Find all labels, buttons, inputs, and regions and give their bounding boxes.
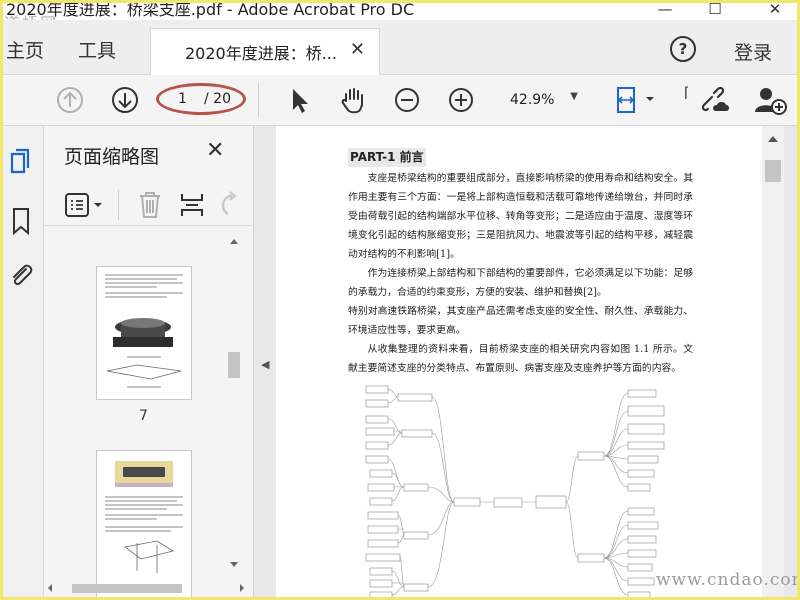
page-thumbnails-icon[interactable] (6, 148, 36, 178)
paragraph: 作为连接桥梁上部结构和下部结构的重要部件，它必须满足以下功能：足够的承载力，合适… (348, 268, 693, 298)
panel-toolbar (44, 184, 254, 226)
right-pane-strip (784, 126, 800, 600)
arrow-up-icon[interactable] (55, 85, 85, 115)
minimize-button[interactable]: — (650, 0, 680, 20)
extract-pages-icon[interactable] (178, 190, 206, 220)
paragraph: 特别对高速铁路桥梁，其支座产品还需考虑支座的安全性、耐久性、承载能力、环境适应性… (348, 306, 693, 336)
zoom-out-icon[interactable] (392, 85, 422, 115)
thumbnails-panel: 页面缩略图 ✕ 7 (44, 126, 254, 600)
link-cloud-icon[interactable] (698, 85, 734, 115)
thumbnail-page-7[interactable] (96, 266, 192, 400)
toolbar: 1 / 20 42.9% ▼ ⌈ (0, 75, 800, 126)
cursor-icon[interactable] (284, 85, 314, 115)
document-page: PART-1 前言 支座是桥梁结构的重要组成部分，直接影响桥梁的使用寿命和结构安… (348, 148, 693, 378)
close-window-button[interactable]: ✕ (760, 0, 790, 20)
zoom-dropdown[interactable]: 42.9% ▼ (504, 88, 582, 112)
thumbnail-scrollbar[interactable] (227, 236, 241, 570)
login-button[interactable]: 登录 (734, 38, 772, 65)
tab-tools[interactable]: 工具 (78, 36, 116, 63)
mind-map-figure (365, 385, 665, 600)
thumbnail-page-8[interactable] (96, 450, 192, 600)
panel-divider (118, 190, 119, 220)
close-panel-button[interactable]: ✕ (206, 138, 224, 163)
collapse-left-pane[interactable]: ◀ (261, 358, 269, 371)
watermark-url: www.cndao.com (656, 570, 800, 590)
annotation-oval (156, 83, 246, 115)
document-scrollbar[interactable] (762, 126, 784, 600)
zoom-in-icon[interactable] (446, 85, 476, 115)
close-tab-button[interactable]: ✕ (350, 39, 365, 60)
window-title: 2020年度进展：桥梁支座.pdf - Adobe Acrobat Pro DC (6, 0, 415, 19)
side-rail (0, 126, 44, 600)
add-user-icon[interactable] (752, 85, 788, 115)
options-menu-icon[interactable] (64, 192, 106, 218)
maximize-button[interactable]: ☐ (700, 0, 730, 20)
document-view: PART-1 前言 支座是桥梁结构的重要组成部分，直接影响桥梁的使用寿命和结构安… (276, 126, 762, 600)
tab-bar: 主页 工具 2020年度进展：桥... ✕ ? 登录 (0, 20, 800, 75)
thumbnail-preview (105, 461, 183, 573)
zoom-value: 42.9% (510, 92, 555, 108)
page-fit-icon[interactable] (612, 85, 658, 115)
attachment-icon[interactable] (6, 260, 36, 290)
panel-title: 页面缩略图 (64, 146, 160, 168)
thumbnail-list: 7 (44, 226, 234, 600)
title-bar: 2020年度进展：桥梁支座.pdf - Adobe Acrobat Pro DC… (0, 0, 800, 33)
trash-icon[interactable] (136, 190, 164, 220)
section-heading: PART-1 前言 (348, 148, 426, 167)
chevron-down-icon: ▼ (570, 91, 578, 102)
document-tab-title: 2020年度进展：桥... (185, 44, 337, 63)
tab-document[interactable]: 2020年度进展：桥... ✕ (150, 28, 380, 75)
tab-home[interactable]: 主页 (6, 36, 44, 63)
paragraph: 从收集整理的资料来看，目前桥梁支座的相关研究内容如图 1.1 所示。文献主要简述… (348, 344, 693, 374)
toolbar-overflow: ⌈ (684, 85, 690, 101)
arrow-down-icon[interactable] (110, 85, 140, 115)
bookmark-icon[interactable] (6, 206, 36, 236)
paragraph: 支座是桥梁结构的重要组成部分，直接影响桥梁的使用寿命和结构安全。其作用主要有三个… (348, 173, 693, 260)
thumbnail-hscrollbar[interactable] (44, 580, 254, 596)
rotate-icon[interactable] (216, 190, 240, 220)
thumbnail-preview (105, 274, 183, 388)
help-button[interactable]: ? (670, 36, 696, 62)
toolbar-divider (258, 83, 259, 117)
thumbnail-label: 7 (139, 408, 148, 424)
hand-icon[interactable] (338, 85, 368, 115)
